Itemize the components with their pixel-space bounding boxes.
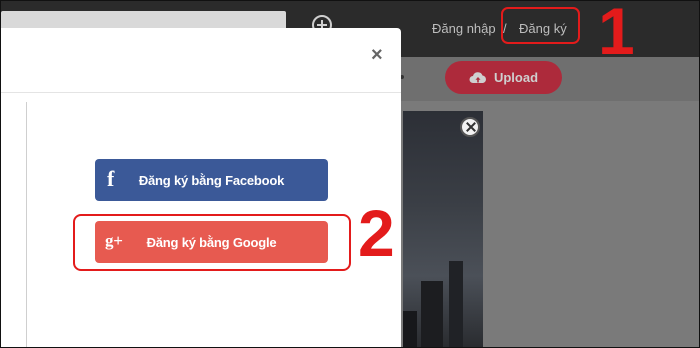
step-number-1: 1 (598, 0, 635, 68)
highlight-box-google (73, 214, 351, 271)
facebook-icon: f (107, 166, 115, 191)
signup-modal: × f Đăng ký bằng Facebook g+ Đăng ký bằn… (1, 28, 401, 347)
modal-divider (26, 102, 27, 347)
facebook-signup-label: Đăng ký bằng Facebook (138, 172, 285, 188)
login-link[interactable]: Đăng nhập (432, 21, 496, 36)
close-circle-icon[interactable] (460, 117, 480, 137)
modal-close-button[interactable]: × (371, 44, 383, 67)
modal-header: × (1, 28, 401, 93)
upload-label: Upload (493, 70, 539, 85)
step-number-2: 2 (358, 196, 395, 270)
cloud-upload-icon (469, 71, 486, 83)
background-photo (403, 111, 483, 347)
screenshot-frame: Đăng nhập / Đăng ký Upload × f Đăng ký b… (0, 0, 700, 348)
facebook-signup-button[interactable]: f Đăng ký bằng Facebook (95, 159, 328, 201)
highlight-box-signup (501, 7, 580, 44)
upload-button[interactable]: Upload (445, 61, 562, 94)
